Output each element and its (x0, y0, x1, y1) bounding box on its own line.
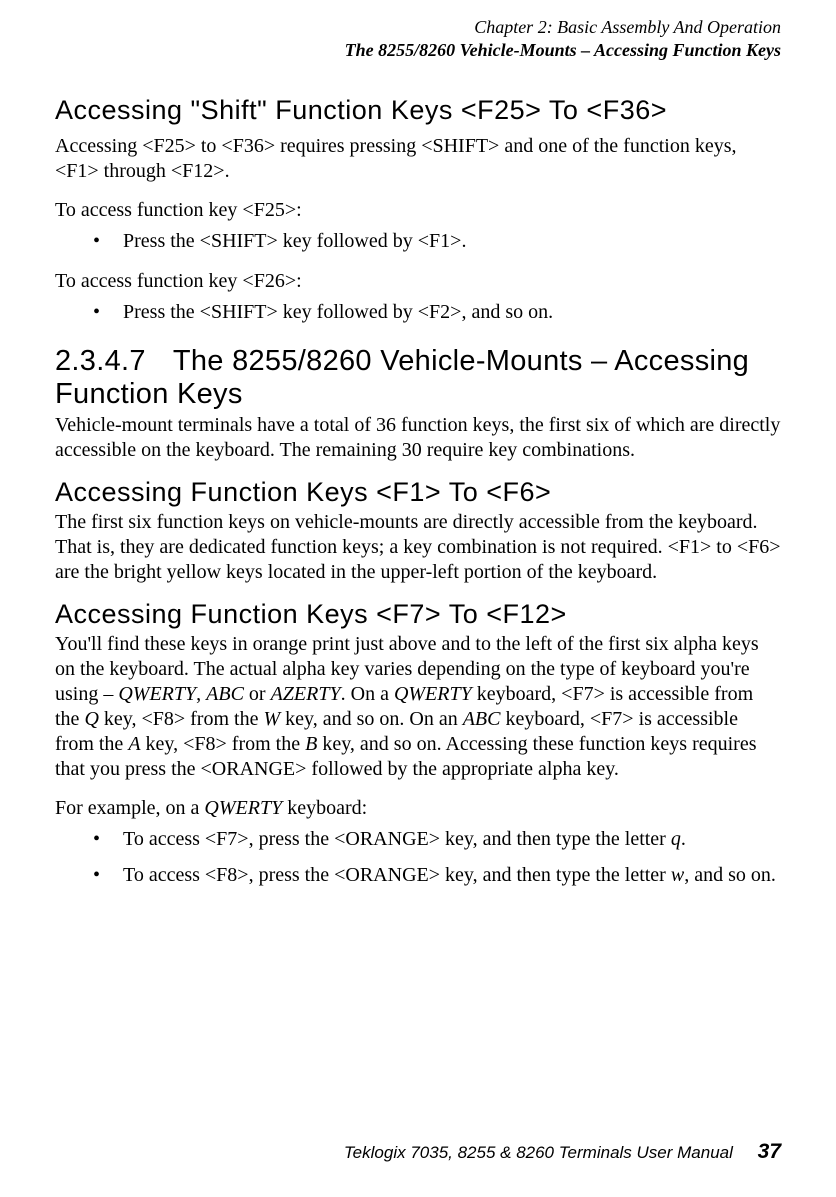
text-run: For example, on a (55, 797, 204, 819)
text-run: or (244, 683, 271, 705)
heading-shift-f25-f36: Accessing "Shift" Function Keys <F25> To… (55, 95, 781, 126)
list-item: To access <F7>, press the <ORANGE> key, … (55, 827, 781, 853)
heading-2-3-4-7: 2.3.4.7 The 8255/8260 Vehicle-Mounts – A… (55, 345, 781, 411)
text-run-italic: QWERTY (394, 683, 472, 705)
lead-qwerty-example: For example, on a QWERTY keyboard: (55, 796, 781, 821)
footer-title: Teklogix 7035, 8255 & 8260 Terminals Use… (344, 1143, 733, 1162)
text-run-italic: ABC (206, 683, 244, 705)
para-f7-f12: You'll find these keys in orange print j… (55, 632, 781, 782)
text-run: . (681, 828, 686, 850)
text-run: keyboard: (282, 797, 367, 819)
text-run-italic: q (671, 828, 681, 850)
text-run: To access <F7>, press the <ORANGE> key, … (123, 828, 671, 850)
text-run: . On a (341, 683, 394, 705)
list-item: Press the <SHIFT> key followed by <F2>, … (55, 300, 781, 326)
text-run-italic: ABC (463, 708, 501, 730)
list-item: To access <F8>, press the <ORANGE> key, … (55, 863, 781, 889)
text-run: , and so on. (684, 864, 776, 886)
heading-f1-f6: Accessing Function Keys <F1> To <F6> (55, 477, 781, 508)
para-shift-intro: Accessing <F25> to <F36> requires pressi… (55, 134, 781, 184)
text-run-italic: W (263, 708, 280, 730)
list-qwerty-example: To access <F7>, press the <ORANGE> key, … (55, 827, 781, 888)
text-run: key, <F8> from the (141, 733, 306, 755)
para-vehicle-mount-intro: Vehicle-mount terminals have a total of … (55, 413, 781, 463)
text-run-italic: A (128, 733, 140, 755)
lead-f25: To access function key <F25>: (55, 198, 781, 223)
text-run-italic: w (671, 864, 684, 886)
para-f1-f6: The first six function keys on vehicle-m… (55, 510, 781, 585)
header-section: The 8255/8260 Vehicle-Mounts – Accessing… (55, 39, 781, 62)
list-item: Press the <SHIFT> key followed by <F1>. (55, 229, 781, 255)
lead-f26: To access function key <F26>: (55, 269, 781, 294)
text-run: To access <F8>, press the <ORANGE> key, … (123, 864, 671, 886)
text-run-italic: Q (84, 708, 98, 730)
list-f26: Press the <SHIFT> key followed by <F2>, … (55, 300, 781, 326)
page-number: 37 (758, 1140, 781, 1163)
text-run-italic: QWERTY (204, 797, 282, 819)
text-run-italic: B (305, 733, 317, 755)
header-chapter: Chapter 2: Basic Assembly And Operation (55, 16, 781, 39)
document-page: Chapter 2: Basic Assembly And Operation … (0, 0, 836, 1197)
running-header: Chapter 2: Basic Assembly And Operation … (55, 16, 781, 61)
section-number: 2.3.4.7 (55, 345, 165, 378)
text-run: , (196, 683, 206, 705)
text-run: key, and so on. On an (280, 708, 463, 730)
page-footer: Teklogix 7035, 8255 & 8260 Terminals Use… (344, 1140, 781, 1164)
heading-f7-f12: Accessing Function Keys <F7> To <F12> (55, 599, 781, 630)
text-run-italic: AZERTY (271, 683, 341, 705)
text-run: key, <F8> from the (99, 708, 264, 730)
text-run-italic: QWERTY (118, 683, 196, 705)
list-f25: Press the <SHIFT> key followed by <F1>. (55, 229, 781, 255)
